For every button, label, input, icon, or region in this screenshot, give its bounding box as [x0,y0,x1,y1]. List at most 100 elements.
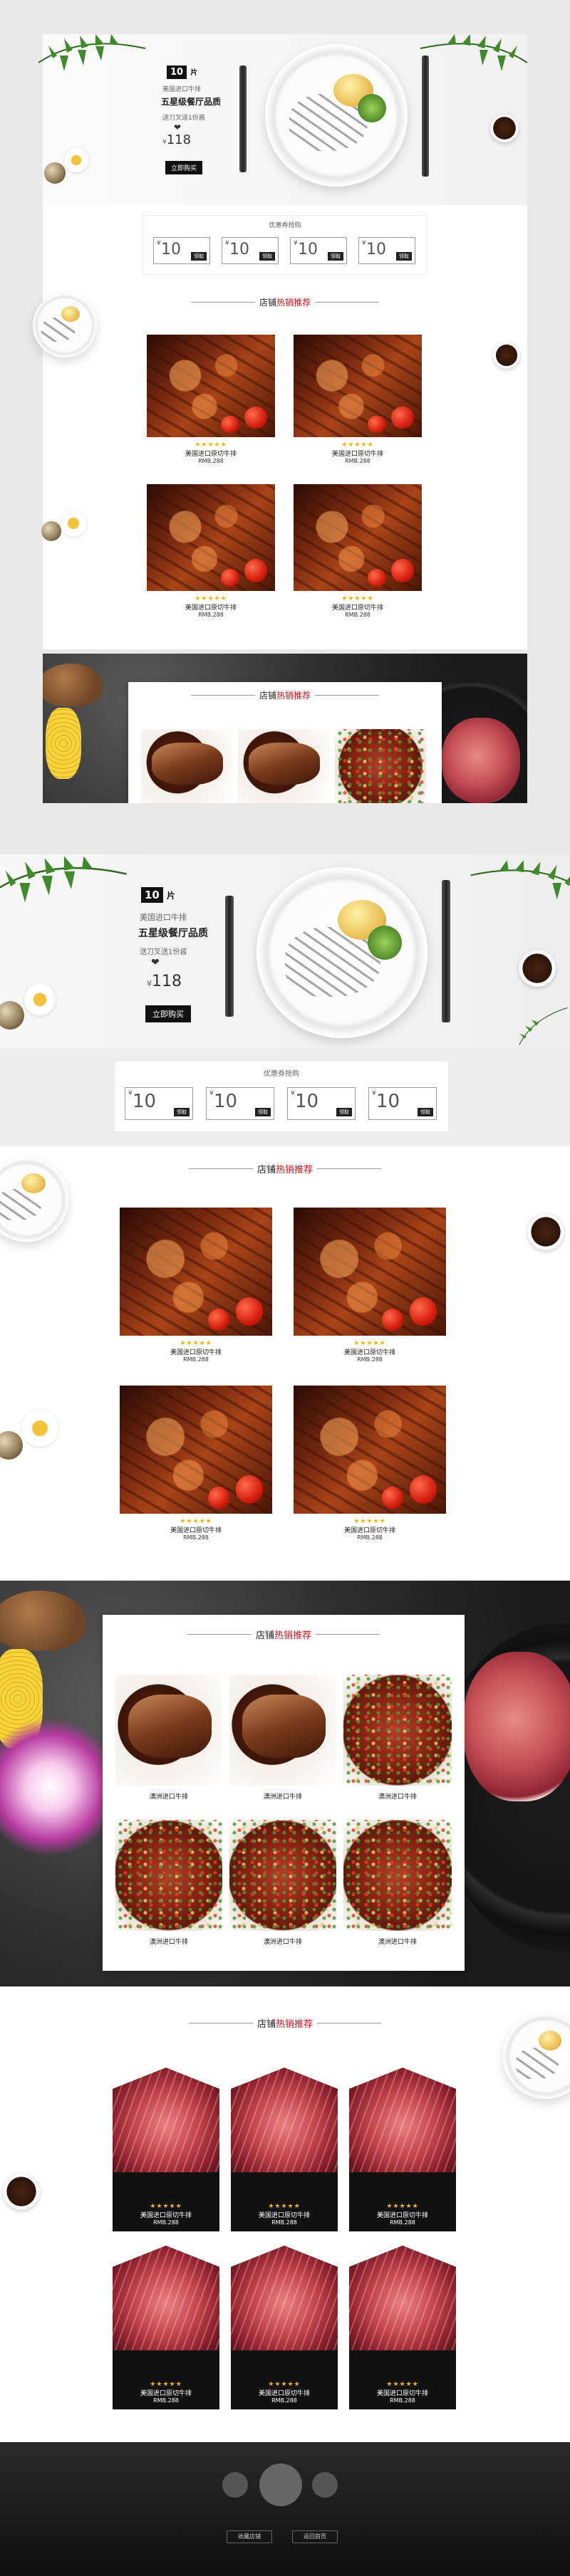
stone-band: 店铺热销推荐 澳洲进口牛排 澳洲进口牛排 澳洲进口牛排 澳洲进口牛排 澳洲进口牛… [0,1581,570,1986]
back-home-button[interactable]: 返回首页 [292,2530,338,2543]
heart-icon: ❤ [151,957,160,968]
fork-icon [225,896,234,1017]
product-photo[interactable] [229,1675,336,1786]
coffee-cup [3,2173,40,2210]
product-photo[interactable] [141,729,232,803]
product-name: 澳洲进口牛排 [149,1939,188,1946]
product-info: ★★★★★ 美国进口原切牛排 RMB.288 [185,595,237,618]
section-heading: 店铺热销推荐 [0,1162,570,1176]
preview-product-section: 店铺热销推荐 ★★★★★ 美国进口原切牛排 RMB.288 ★★★★★ 美国进口原切牛… [33,283,527,649]
product-name: 澳洲进口牛排 [378,1939,417,1946]
coupon-box: 优惠券抢购 ¥10 领取 ¥10 领取 ¥10 领取 ¥10 领取 [114,1061,449,1132]
coupon-header: 优惠券抢购 [264,1070,299,1078]
coffee-cup [519,950,556,987]
palm-leaf-left [38,34,152,77]
knife-icon [442,880,450,1022]
coupon-3[interactable]: ¥10 领取 [290,237,347,264]
product-photo[interactable] [120,1208,272,1336]
section-heading: 店铺热销推荐 [128,689,442,701]
product-photo[interactable] [294,484,422,591]
product-name: 澳洲进口牛排 [378,1794,417,1801]
coupon-4[interactable]: ¥10 领取 [358,237,415,264]
nuts-bowl [0,1001,24,1030]
badge-unit: 片 [190,69,198,77]
palm-leaf-right [413,34,528,77]
product-info: ★★★★★ 美国进口原切牛排 RMB.288 [170,1340,222,1363]
product-info: ★★★★★ 美国进口原切牛排 RMB.288 [343,1518,395,1541]
coupon-3[interactable]: ¥10 领取 [287,1087,356,1120]
banner-badge: 10 片 [167,64,197,79]
palm-leaf-left [0,854,135,911]
raw-steak-decoration [463,1652,570,1801]
buy-button[interactable]: 立即购买 [145,1005,191,1022]
fork-icon [239,66,247,172]
product-photo[interactable] [115,1820,222,1931]
coupon-4[interactable]: ¥10 领取 [368,1087,437,1120]
palm-leaf-bottom-right [507,991,570,1048]
product-photo[interactable] [229,1820,336,1931]
product-card[interactable]: ★★★★★ 美国进口原切牛排 RMB.288 [349,2068,456,2231]
banner-price: ¥118 [162,132,192,147]
banner-price: ¥118 [147,973,182,990]
product-photo[interactable] [343,1675,452,1786]
product-name: 澳洲进口牛排 [263,1794,302,1801]
product-photo[interactable] [335,729,426,803]
coupon-2[interactable]: ¥10 领取 [206,1087,274,1120]
coupon-header: 优惠券抢购 [269,222,301,229]
preview-stone-band: 店铺热销推荐 [43,654,527,803]
product-photo[interactable] [294,1386,446,1514]
raw-steak-section: 店铺热销推荐 ★★★★★ 美国进口原切牛排 RMB.288 ★★★★★ 美国进口原切牛… [0,1986,570,2442]
footer: 收藏店铺 返回首页 [0,2442,570,2576]
egg-decoration [21,1410,58,1447]
section-heading: 店铺热销推荐 [103,1628,465,1641]
buy-button[interactable]: 立即购买 [165,161,203,174]
product-photo[interactable] [147,335,275,437]
product-info: ★★★★★ 美国进口原切牛排 RMB.288 [185,441,237,464]
product-section: 店铺热销推荐 ★★★★★ 美国进口原切牛排 RMB.288 ★★★★★ 美国进口原切牛… [0,1146,570,1581]
product-name: 澳洲进口牛排 [263,1939,302,1946]
section-title: 店铺热销推荐 [259,298,311,308]
coupon-2[interactable]: ¥10 领取 [222,237,279,264]
product-photo[interactable] [294,335,422,437]
coupon-1[interactable]: ¥10 领取 [125,1087,193,1120]
product-photo[interactable] [294,1208,446,1336]
coupon-box: 优惠券抢购 ¥10 领取 ¥10 领取 ¥10 领取 ¥10 领取 [142,215,428,275]
product-photo[interactable] [147,484,275,591]
product-photo[interactable] [115,1675,222,1786]
steak-plate [256,867,428,1038]
product-card[interactable]: ★★★★★ 美国进口原切牛排 RMB.288 [349,2246,456,2409]
banner-line1: 美国进口牛排 [140,913,187,922]
product-info: ★★★★★ 美国进口原切牛排 RMB.288 [331,595,383,618]
footer-circle-right [312,2472,338,2498]
banner-title: 五星级餐厅品质 [161,97,222,107]
product-card[interactable]: ★★★★★ 美国进口原切牛排 RMB.288 [113,2246,219,2409]
banner-title: 五星级餐厅品质 [138,928,208,939]
product-name: 澳洲进口牛排 [149,1794,188,1801]
product-photo[interactable] [343,1820,452,1931]
egg-decoration [60,510,87,537]
section-heading: 店铺热销推荐 [43,296,527,308]
product-photo[interactable] [238,729,329,803]
product-card[interactable]: ★★★★★ 美国进口原切牛排 RMB.288 [231,2246,338,2409]
banner-line1: 美国进口牛排 [162,86,202,93]
nuts-bowl [41,521,61,541]
main-banner: 10 片 美国进口牛排 五星级餐厅品质 送刀叉送1份酱 ❤ ¥118 立即购买 [0,854,570,1048]
section-heading: 店铺热销推荐 [0,2016,570,2030]
corn-decoration [46,708,81,779]
coffee-cup [493,342,520,369]
product-info: ★★★★★ 美国进口原切牛排 RMB.288 [170,1518,222,1541]
product-photo[interactable] [120,1386,272,1514]
mushroom-decoration [0,1591,86,1650]
favorite-shop-button[interactable]: 收藏店铺 [227,2530,272,2543]
egg-decoration [64,148,88,172]
footer-circle-center [259,2464,302,2506]
coupon-1[interactable]: ¥10 领取 [153,237,210,264]
heart-icon: ❤ [174,122,182,132]
banner-badge: 10 片 [141,887,175,903]
banner-line3: 送刀叉送1份酱 [162,115,205,122]
badge-number: 10 [167,66,187,79]
product-card[interactable]: ★★★★★ 美国进口原切牛排 RMB.288 [113,2068,219,2231]
palm-leaf-right [463,854,570,911]
product-card[interactable]: ★★★★★ 美国进口原切牛排 RMB.288 [231,2068,338,2231]
nuts-bowl [44,162,66,184]
